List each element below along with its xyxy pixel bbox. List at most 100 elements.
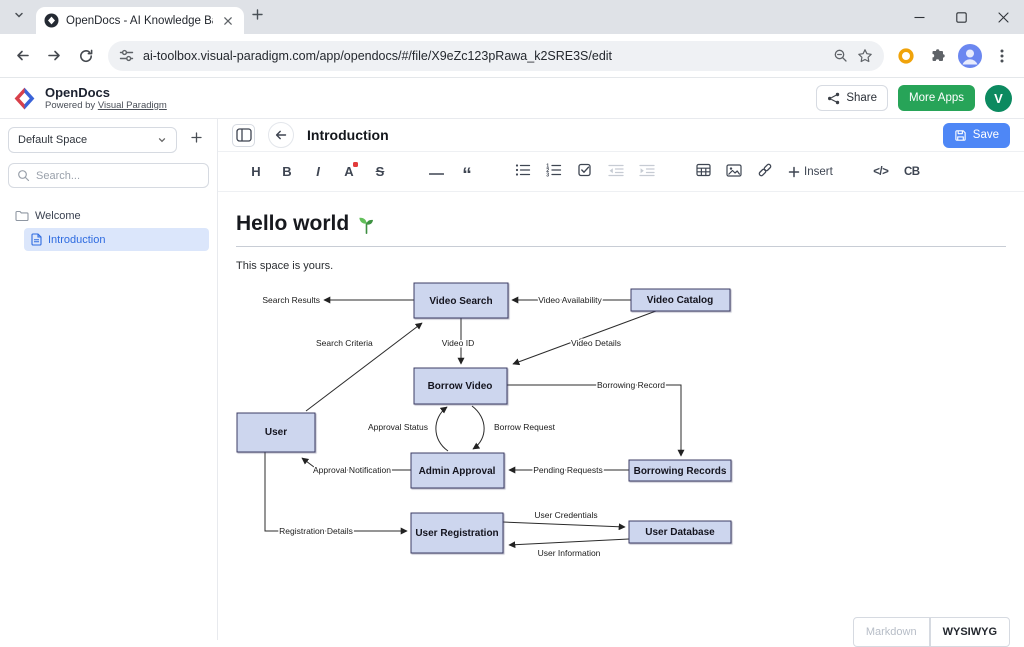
diagram-edge-label: Registration Details (279, 526, 353, 536)
diagram-edge-label: Approval Notification (313, 465, 391, 475)
diagram-node-user: User (237, 413, 315, 452)
markdown-mode-button[interactable]: Markdown (853, 617, 930, 647)
user-avatar[interactable]: V (985, 85, 1012, 112)
sidebar-item-label: Welcome (35, 210, 81, 222)
font-color-button[interactable]: A (337, 160, 361, 184)
document-body[interactable]: Hello world This space is yours. (218, 192, 1024, 640)
save-button[interactable]: Save (943, 123, 1010, 148)
share-button[interactable]: Share (816, 85, 888, 111)
italic-button[interactable]: I (306, 160, 330, 184)
checklist-icon (578, 163, 593, 180)
window-close-button[interactable] (982, 0, 1024, 34)
heading-button[interactable]: H (244, 160, 268, 184)
diagram-node-borrowing-records: Borrowing Records (629, 460, 731, 481)
bookmark-star-icon[interactable] (857, 48, 873, 64)
browser-tab[interactable]: OpenDocs - AI Knowledge Base (36, 7, 244, 34)
svg-text:3: 3 (546, 172, 549, 177)
doc-back-button[interactable] (268, 122, 294, 148)
link-button[interactable] (753, 160, 777, 184)
insert-button[interactable]: Insert (784, 160, 837, 184)
image-button[interactable] (722, 160, 746, 184)
diagram-edge-label: Borrow Request (494, 422, 556, 432)
forward-button[interactable] (38, 40, 70, 72)
numbered-list-button[interactable]: 123 (542, 160, 566, 184)
window-minimize-button[interactable] (898, 0, 940, 34)
browser-tab-strip: OpenDocs - AI Knowledge Base (0, 0, 1024, 34)
red-color-dot-icon (353, 162, 358, 167)
profile-avatar[interactable] (954, 40, 986, 72)
page-tree: Welcome Introduction (8, 204, 209, 251)
sidebar-item-welcome[interactable]: Welcome (8, 204, 209, 227)
main-panel: Introduction Save H B I A S “ 123 (218, 119, 1024, 640)
code-block-button[interactable]: CB (900, 160, 924, 184)
bold-button[interactable]: B (275, 160, 299, 184)
space-selector[interactable]: Default Space (8, 127, 177, 153)
strikethrough-button[interactable]: S (368, 160, 392, 184)
checklist-button[interactable] (573, 160, 597, 184)
arrow-left-icon (274, 128, 288, 142)
image-icon (726, 164, 742, 180)
diagram-node-borrow-video: Borrow Video (414, 368, 507, 404)
dfd-diagram[interactable]: Search Results Video Availability Search… (236, 278, 756, 570)
diagram-edge-label: Borrowing Record (597, 380, 665, 390)
tab-close-icon[interactable] (220, 13, 236, 29)
insert-label: Insert (804, 166, 833, 178)
svg-text:Admin Approval: Admin Approval (419, 466, 496, 477)
sidebar-item-label: Introduction (48, 234, 105, 246)
search-box[interactable] (8, 163, 209, 188)
horizontal-rule-icon (429, 164, 444, 179)
plus-icon (190, 131, 203, 149)
back-button[interactable] (6, 40, 38, 72)
reload-button[interactable] (70, 40, 102, 72)
add-space-button[interactable] (183, 127, 209, 153)
sidebar-item-introduction[interactable]: Introduction (24, 228, 209, 251)
editor-toolbar: H B I A S “ 123 Insert </> CB (218, 151, 1024, 192)
chevron-down-icon (13, 8, 25, 26)
collapse-sidebar-button[interactable] (232, 124, 255, 147)
app-name: OpenDocs (45, 86, 167, 100)
svg-text:Borrowing Records: Borrowing Records (634, 466, 727, 477)
bullet-list-button[interactable] (511, 160, 535, 184)
more-apps-button[interactable]: More Apps (898, 85, 975, 111)
visual-paradigm-link[interactable]: Visual Paradigm (98, 100, 167, 111)
diagram-edge-label: Approval Status (368, 422, 428, 432)
extensions-puzzle-icon[interactable] (922, 40, 954, 72)
svg-text:User Database: User Database (645, 527, 715, 538)
new-tab-button[interactable] (244, 4, 270, 30)
diagram-node-video-search: Video Search (414, 283, 508, 318)
outdent-button[interactable] (604, 160, 628, 184)
space-selector-label: Default Space (18, 134, 87, 146)
diagram-edge-label: Pending Requests (533, 465, 602, 475)
indent-button[interactable] (635, 160, 659, 184)
tab-title: OpenDocs - AI Knowledge Base (66, 15, 213, 27)
url-bar[interactable]: ai-toolbox.visual-paradigm.com/app/opend… (108, 41, 884, 71)
inline-code-button[interactable]: </> (869, 160, 893, 184)
diagram-node-video-catalog: Video Catalog (631, 289, 730, 311)
diagram-node-admin-approval: Admin Approval (411, 453, 504, 488)
save-icon (954, 129, 967, 142)
tab-search-button[interactable] (6, 4, 32, 30)
panel-icon (236, 128, 252, 142)
horizontal-rule-button[interactable] (424, 160, 448, 184)
url-text: ai-toolbox.visual-paradigm.com/app/opend… (143, 49, 824, 63)
share-icon (827, 92, 840, 105)
diagram-edge-label: Search Criteria (316, 338, 373, 348)
table-button[interactable] (691, 160, 715, 184)
svg-text:User Registration: User Registration (415, 528, 498, 539)
diagram-edge-label: Video Availability (538, 295, 602, 305)
search-input[interactable] (36, 170, 200, 182)
extension-icon[interactable] (890, 40, 922, 72)
zoom-icon[interactable] (833, 48, 848, 63)
save-label: Save (973, 129, 999, 141)
indent-icon (639, 164, 655, 180)
body-text: This space is yours. (236, 260, 1006, 272)
window-maximize-button[interactable] (940, 0, 982, 34)
page-title: Introduction (307, 127, 389, 143)
window-controls (898, 0, 1024, 34)
diagram-edge-label: Video ID (442, 338, 474, 348)
browser-menu-icon[interactable] (986, 40, 1018, 72)
site-info-icon[interactable] (119, 48, 134, 63)
quote-button[interactable]: “ (455, 160, 479, 184)
plus-icon (788, 166, 800, 178)
wysiwyg-mode-button[interactable]: WYSIWYG (930, 617, 1010, 647)
